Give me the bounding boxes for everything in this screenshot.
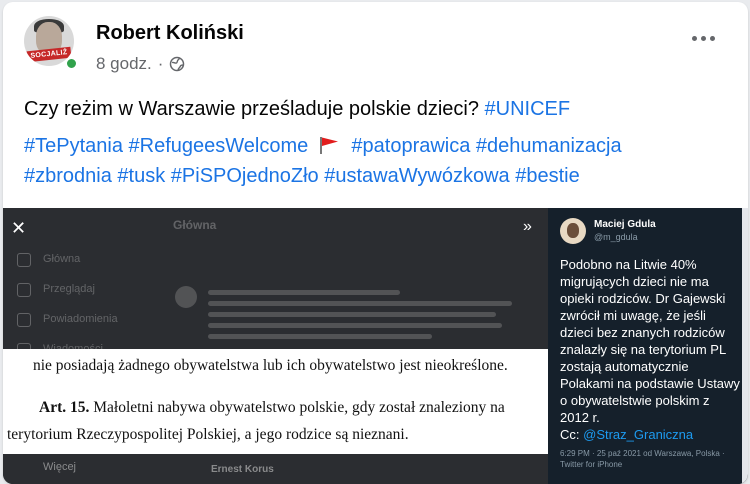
hashtag-link[interactable]: #bestie <box>515 165 580 187</box>
expand-icon[interactable]: » <box>523 218 532 236</box>
post-timestamp[interactable]: 8 godz. <box>96 54 152 74</box>
author-name[interactable]: Robert Koliński <box>96 22 244 45</box>
hashtag-link[interactable]: #RefugeesWelcome <box>129 135 309 157</box>
close-icon[interactable]: ✕ <box>11 218 26 239</box>
background-page-title: Główna <box>173 218 217 232</box>
twitter-screenshot: Główna Główna Przeglądaj Powiadomienia W… <box>3 208 548 484</box>
meta-separator: · <box>157 54 164 73</box>
tweet-author-name: Maciej Gdula <box>594 219 656 230</box>
document-line: nie posiadają żadnego obywatelstwa lub i… <box>33 357 508 374</box>
background-menu-item: Przeglądaj <box>3 274 153 304</box>
post-question: Czy reżim w Warszawie prześladuje polski… <box>24 98 479 120</box>
law-document-excerpt: nie posiadają żadnego obywatelstwa lub i… <box>3 349 548 454</box>
hashtag-link[interactable]: #TePytania <box>24 135 123 157</box>
post-hashtags-line-2: #TePytania #RefugeesWelcome #patoprawica… <box>24 131 724 161</box>
background-menu-item: Główna <box>3 244 153 274</box>
document-article-number: Art. 15. <box>39 399 90 416</box>
hashtag-link[interactable]: #UNICEF <box>485 98 571 120</box>
document-line: terytorium Rzeczypospolitej Polskiej, a … <box>7 426 409 443</box>
hashtag-link[interactable]: #PiSPOjednoZło <box>171 165 319 187</box>
post-body: Czy reżim w Warszawie prześladuje polski… <box>24 94 724 191</box>
background-tweet-text <box>208 284 528 345</box>
background-menu-item: Powiadomienia <box>3 304 153 334</box>
post-text-line-1: Czy reżim w Warszawie prześladuje polski… <box>24 94 724 124</box>
tweet-cc-prefix: Cc: <box>560 427 584 442</box>
more-dot <box>710 36 715 41</box>
hashtag-link[interactable]: #patoprawica <box>351 135 470 157</box>
background-bottom: Więcej Ernest Korus <box>3 454 548 484</box>
document-line: Art. 15. Małoletni nabywa obywatelstwo p… <box>39 399 505 417</box>
document-article-text: Małoletni nabywa obywatelstwo polskie, g… <box>93 399 505 416</box>
tweet-author-handle: @m_gdula <box>594 232 638 242</box>
background-more-item: Więcej <box>43 461 77 473</box>
online-status-dot <box>65 57 78 70</box>
background-reply-name: Ernest Korus <box>211 464 274 475</box>
tweet-avatar-face <box>567 223 579 238</box>
tweet-text: Podobno na Litwie 40% migrujących dzieci… <box>560 256 742 443</box>
hashtag-link[interactable]: #ustawaWywózkowa <box>324 165 509 187</box>
tweet-footer: 6:29 PM · 25 paź 2021 od Warszawa, Polsk… <box>560 449 725 469</box>
red-flag-icon <box>320 137 338 154</box>
tweet-mention: @Straz_Graniczna <box>583 427 694 442</box>
tweet-body-text: Podobno na Litwie 40% migrujących dzieci… <box>560 257 740 425</box>
post-image[interactable]: Główna Główna Przeglądaj Powiadomienia W… <box>3 208 748 484</box>
globe-icon[interactable] <box>169 56 185 72</box>
hashtag-link[interactable]: #dehumanizacja <box>476 135 622 157</box>
more-dot <box>701 36 706 41</box>
tweet-author-avatar <box>560 218 586 244</box>
hashtag-link[interactable]: #zbrodnia <box>24 165 112 187</box>
more-options-icon[interactable] <box>692 36 715 41</box>
hashtag-link[interactable]: #tusk <box>117 165 165 187</box>
more-dot <box>692 36 697 41</box>
image-edge-strip <box>742 208 748 484</box>
post-hashtags-line-3: #zbrodnia #tusk #PiSPOjednoZło #ustawaWy… <box>24 161 724 191</box>
facebook-post-card: SOCJALIŹ Robert Koliński 8 godz. · Czy r… <box>3 2 748 484</box>
post-meta: 8 godz. · <box>96 54 185 74</box>
background-tweet-avatar <box>175 286 197 308</box>
tweet-panel: Maciej Gdula @m_gdula Podobno na Litwie … <box>548 208 748 484</box>
